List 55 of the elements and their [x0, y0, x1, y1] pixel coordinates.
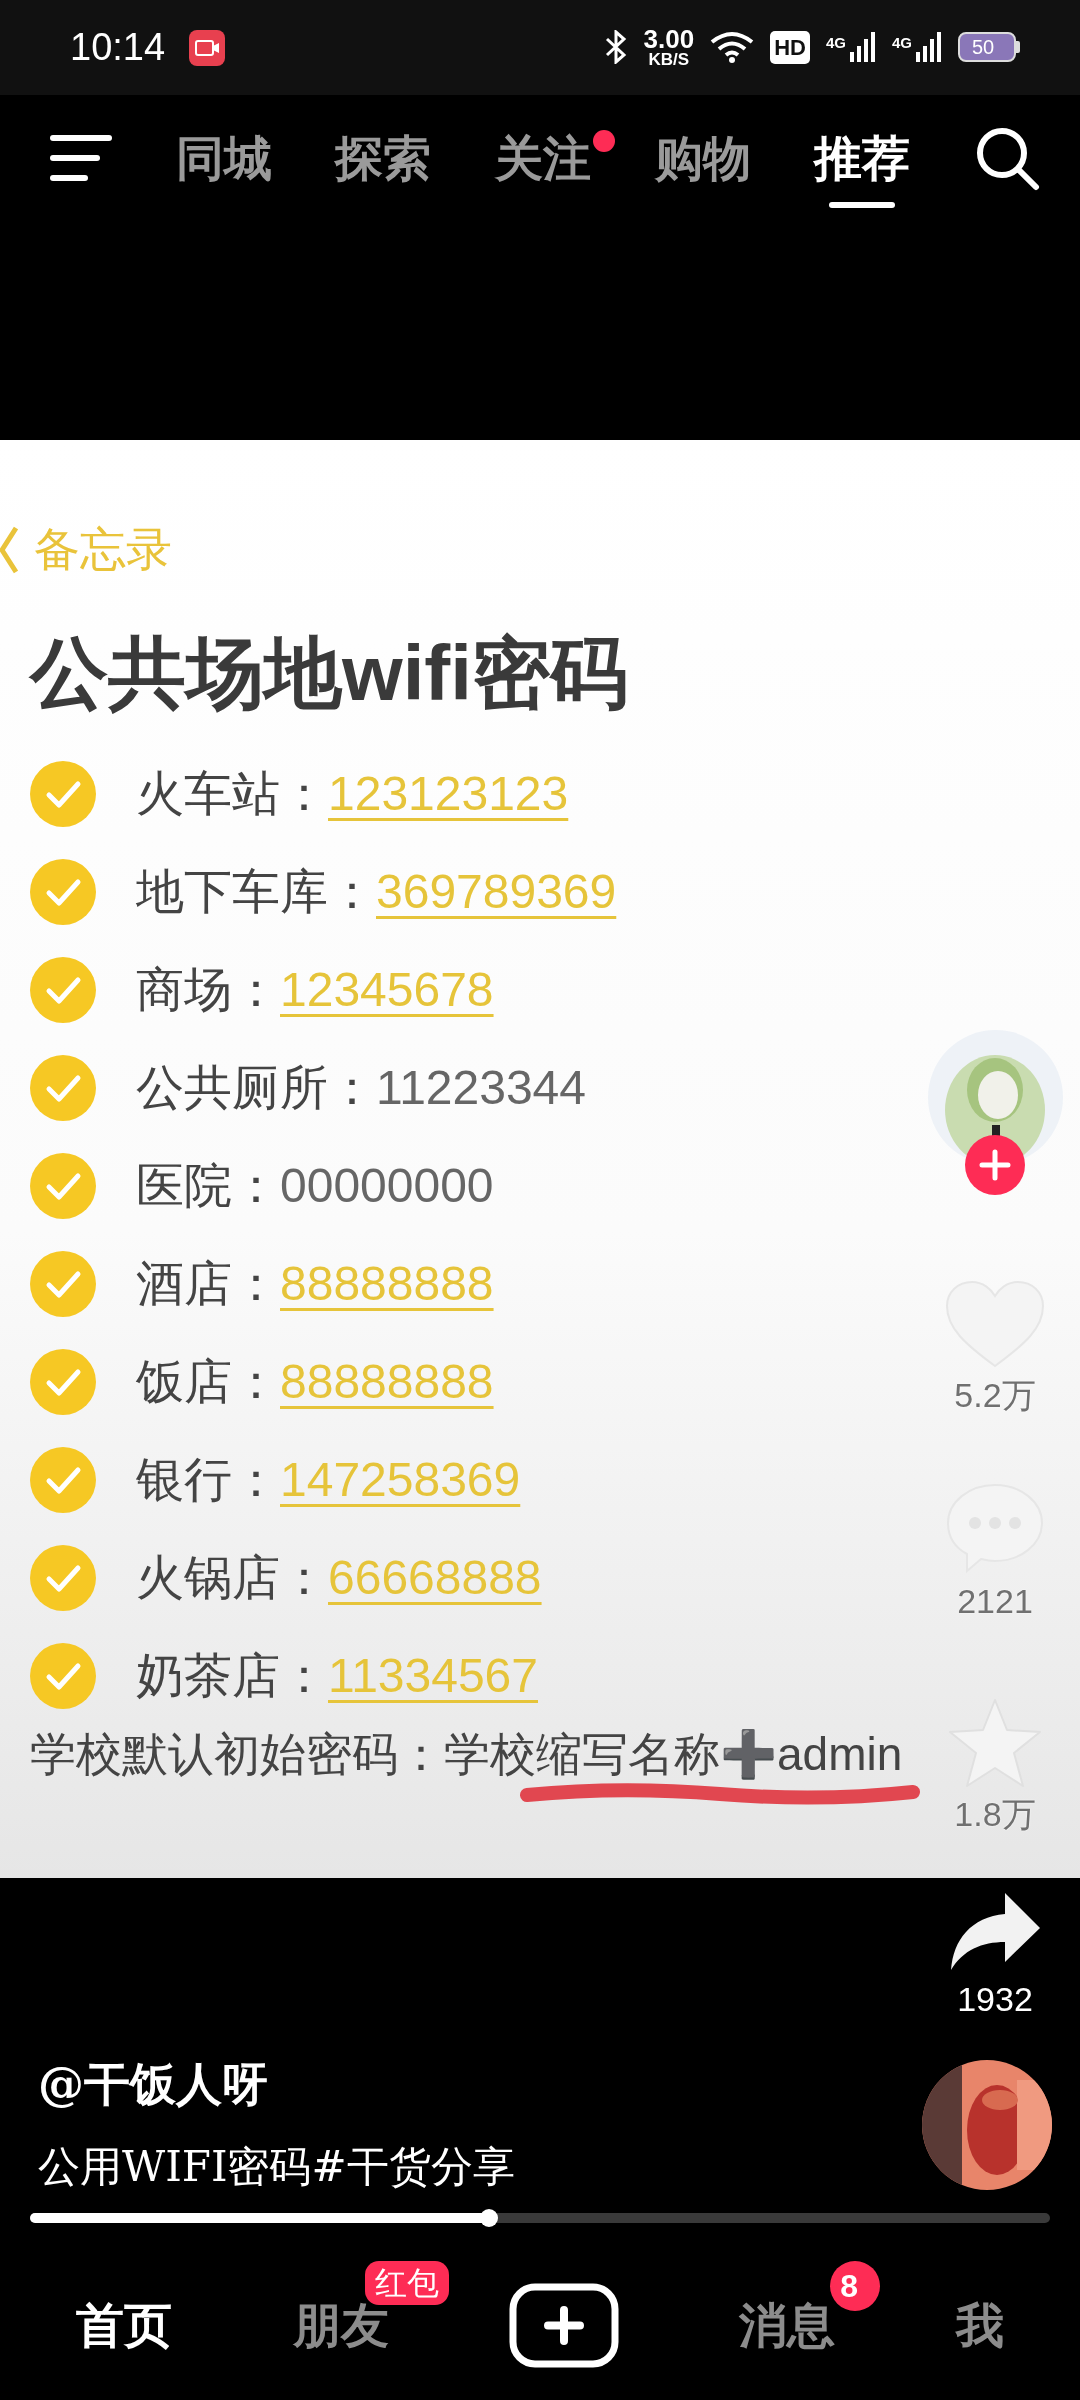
video-caption: 公用WIFI密码#干货分享	[38, 2141, 515, 2193]
progress-thumb[interactable]	[480, 2209, 498, 2227]
network-speed: 3.00	[643, 27, 695, 52]
wifi-icon	[710, 31, 755, 64]
author-name[interactable]: @干饭人呀	[38, 2050, 268, 2119]
password-value: 00000000	[280, 1158, 494, 1214]
signal-icon	[850, 32, 876, 63]
create-button[interactable]	[508, 2282, 619, 2368]
follow-plus-icon[interactable]	[964, 1135, 1025, 1195]
nav-tab[interactable]: 我	[955, 2289, 1004, 2361]
checkmark-icon	[30, 1349, 96, 1415]
checkmark-icon	[30, 1643, 96, 1709]
notification-badge: 8	[830, 2261, 881, 2311]
network-type: 4G	[892, 33, 912, 54]
nav-tab[interactable]: 首页	[76, 2289, 173, 2361]
checkmark-icon	[30, 859, 96, 925]
checkmark-icon	[30, 1055, 96, 1121]
hd-voice-badge: HD	[770, 31, 810, 64]
memo-label: 酒店：	[136, 1256, 280, 1312]
memo-label: 奶茶店：	[136, 1648, 328, 1704]
memo-label: 地下车库：	[136, 864, 376, 920]
memo-label: 医院：	[136, 1158, 280, 1214]
memo-label: 银行：	[136, 1452, 280, 1508]
top-tab[interactable]: 探索	[335, 107, 432, 208]
bluetooth-icon	[603, 30, 628, 65]
top-tab[interactable]: 推荐	[814, 107, 911, 208]
memo-label: 饭店：	[136, 1354, 280, 1410]
top-tab[interactable]: 同城	[175, 107, 272, 208]
memo-label: 公共厕所：	[136, 1060, 376, 1116]
memo-note: 学校默认初始密码：学校缩写名称➕admin	[30, 1727, 903, 1782]
network-type: 4G	[825, 33, 846, 54]
top-tab[interactable]: 关注	[494, 107, 591, 208]
battery-level: 50	[971, 35, 995, 61]
memo-label: 商场：	[136, 962, 280, 1018]
action-count: 2121	[957, 1581, 1033, 1622]
memo-label: 火车站：	[136, 766, 328, 822]
checkmark-icon	[30, 761, 96, 827]
action-count: 1.8万	[954, 1794, 1036, 1835]
checkmark-icon	[30, 1153, 96, 1219]
signal-icon	[916, 32, 942, 63]
checkmark-icon	[30, 1545, 96, 1611]
screen-record-icon	[189, 29, 226, 66]
status-time: 10:14	[70, 25, 166, 70]
password-value: 11223344	[376, 1060, 586, 1116]
checkmark-icon	[30, 957, 96, 1023]
memo-label: 火锅店：	[136, 1550, 328, 1606]
action-count: 5.2万	[954, 1375, 1036, 1416]
action-count: 1932	[957, 1979, 1033, 2020]
top-tab[interactable]: 购物	[654, 107, 751, 208]
memo-title: 公共场地wifi密码	[30, 628, 628, 719]
checkmark-icon	[30, 1447, 96, 1513]
menu-icon[interactable]	[50, 134, 112, 181]
back-label: 备忘录	[34, 522, 172, 577]
checkmark-icon	[30, 1251, 96, 1317]
network-speed-unit: KB/S	[648, 51, 690, 68]
